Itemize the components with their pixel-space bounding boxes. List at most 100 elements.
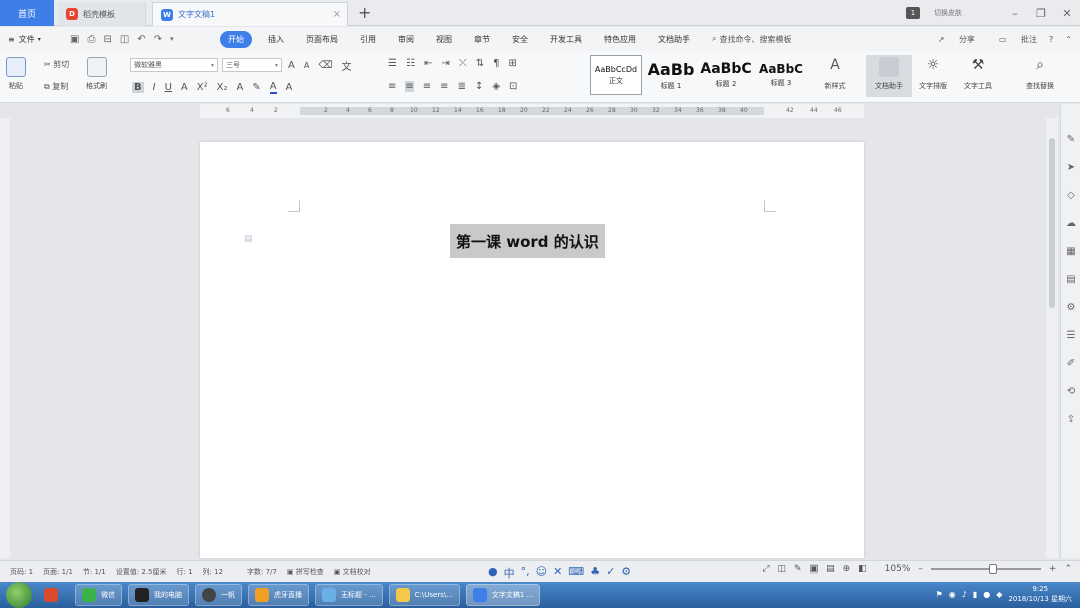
shapes-icon[interactable]: ◇ — [1065, 190, 1077, 202]
menu-developer[interactable]: 开发工具 — [550, 34, 582, 45]
chevron-down-icon[interactable]: ▾ — [170, 35, 174, 43]
decrease-indent-icon[interactable]: ⇤ — [424, 58, 432, 69]
reading-view-icon[interactable]: ◫ — [778, 564, 787, 574]
save-icon[interactable]: ▣ — [70, 34, 79, 45]
ime-skin-icon[interactable]: ♣ — [590, 565, 600, 581]
web-view-icon[interactable]: ⊕ — [843, 564, 851, 574]
doc-assistant-button[interactable]: 文档助手 — [866, 55, 912, 97]
outline-view-icon[interactable]: ▤ — [826, 564, 835, 574]
format-painter-button[interactable]: 格式刷 — [86, 57, 107, 91]
taskbar-app[interactable] — [38, 584, 69, 606]
tab-home[interactable]: 首页 — [0, 0, 54, 26]
menu-references[interactable]: 引用 — [360, 34, 376, 45]
pinyin-icon[interactable]: 文 — [341, 58, 351, 73]
menu-security[interactable]: 安全 — [512, 34, 528, 45]
menu-special[interactable]: 特色应用 — [604, 34, 636, 45]
document-page[interactable]: ▤ 第一课 word 的认识 — [200, 142, 864, 558]
justify-icon[interactable]: ≡ — [440, 81, 448, 92]
text-effect-icon[interactable]: A — [236, 82, 243, 93]
notification-badge[interactable]: 1 — [906, 7, 920, 19]
shading-icon[interactable]: ◈ — [492, 81, 500, 92]
tab-template[interactable]: D 稻壳模板 — [58, 2, 146, 26]
page-view-icon[interactable]: ▣ — [809, 564, 819, 574]
vertical-ruler[interactable] — [0, 118, 10, 558]
italic-icon[interactable]: I — [153, 82, 156, 93]
menu-insert[interactable]: 插入 — [268, 34, 284, 45]
menu-review[interactable]: 审阅 — [398, 34, 414, 45]
text-layout-button[interactable]: ☼ 文字排版 — [916, 57, 950, 91]
layout-icon[interactable]: ▤ — [1065, 274, 1077, 286]
flag-icon[interactable]: ⚑ — [936, 590, 943, 599]
network-icon[interactable]: ◉ — [949, 590, 956, 599]
command-search[interactable]: ⌕ 查找命令、搜索模板 — [712, 34, 791, 45]
numbered-list-icon[interactable]: ☷ — [406, 58, 415, 69]
expand-icon[interactable]: ⌃ — [1064, 564, 1072, 574]
close-window-icon[interactable]: ✕ — [1054, 7, 1080, 20]
ime-logo-icon[interactable]: ● — [488, 565, 498, 581]
clear-format-icon[interactable]: ⌫ — [318, 60, 332, 71]
status-page-number[interactable]: 页码: 1 — [10, 567, 33, 577]
subscript-icon[interactable]: X₂ — [217, 82, 228, 93]
status-row[interactable]: 行: 1 — [176, 567, 192, 577]
char-border-icon[interactable]: A — [286, 82, 293, 93]
menu-start[interactable]: 开始 — [220, 30, 252, 48]
taskbar-untitled[interactable]: 无标题 - ... — [315, 584, 383, 606]
comment-button[interactable]: ▭ 批注 — [987, 34, 1037, 45]
cursor-icon[interactable]: ➤ — [1065, 162, 1077, 174]
cut-button[interactable]: ✂ 剪切 — [44, 59, 69, 70]
file-menu[interactable]: ≡ 文件 ▾ — [0, 34, 70, 45]
status-section[interactable]: 节: 1/1 — [83, 567, 106, 577]
scrollbar-thumb[interactable] — [1049, 138, 1055, 308]
skin-button[interactable]: 切换皮肤 — [934, 8, 962, 18]
font-color-icon[interactable]: A — [269, 81, 277, 94]
distribute-icon[interactable]: ≣ — [458, 81, 466, 92]
backup-icon[interactable]: ⟲ — [1065, 386, 1077, 398]
highlight-icon[interactable]: ✎ — [252, 82, 260, 93]
horizontal-ruler[interactable]: 6 4 2 2 4 6 8 10 12 14 16 18 20 22 24 26… — [200, 104, 864, 118]
font-size-select[interactable]: 三号 ▾ — [222, 58, 282, 72]
share-icon[interactable]: ⇪ — [1065, 414, 1077, 426]
eye-protect-icon[interactable]: ◧ — [858, 564, 867, 574]
preview-icon[interactable]: ◫ — [120, 34, 129, 45]
zoom-level[interactable]: 105% — [885, 564, 911, 574]
style-normal[interactable]: AaBbCcDd 正文 — [590, 55, 642, 95]
superscript-icon[interactable]: X² — [197, 82, 208, 93]
ime-settings-icon[interactable]: ⚙ — [621, 565, 631, 581]
table-icon[interactable]: ⊞ — [508, 58, 516, 69]
taskbar-wechat[interactable]: 微信 — [75, 584, 122, 606]
status-pages[interactable]: 页面: 1/1 — [43, 567, 73, 577]
align-left-icon[interactable]: ≡ — [388, 81, 396, 92]
bullet-list-icon[interactable]: ☰ — [388, 58, 397, 69]
style-heading-3[interactable]: AaBbC 标题 3 — [755, 55, 807, 95]
shield-icon[interactable]: ◆ — [996, 590, 1002, 599]
pen-icon[interactable]: ✎ — [1065, 134, 1077, 146]
menu-page-layout[interactable]: 页面布局 — [306, 34, 338, 45]
cloud-icon[interactable]: ☁ — [1065, 218, 1077, 230]
undo-icon[interactable]: ↶ — [137, 34, 145, 45]
style-heading-1[interactable]: AaBb 标题 1 — [645, 55, 697, 95]
proofread-button[interactable]: ▣ 文档校对 — [334, 567, 371, 577]
ime-keyboard-icon[interactable]: ⌨ — [568, 565, 584, 581]
ime-emoji-icon[interactable]: ☺ — [536, 565, 547, 581]
zoom-slider[interactable] — [930, 564, 1041, 574]
ime-tools-icon[interactable]: ✓ — [606, 565, 615, 581]
collapse-ribbon-icon[interactable]: ⌃ — [1065, 35, 1072, 44]
taskbar-huya[interactable]: 虎牙直播 — [248, 584, 309, 606]
font-name-select[interactable]: 微软雅黑 ▾ — [130, 58, 218, 72]
ime-chinese-icon[interactable]: 中 — [504, 565, 515, 581]
taskbar-explorer[interactable]: C:\Users\... — [388, 584, 460, 606]
minimize-icon[interactable]: – — [1002, 7, 1028, 20]
shrink-font-icon[interactable]: A — [304, 61, 309, 70]
wechat-tray-icon[interactable]: ● — [983, 590, 990, 599]
border-icon[interactable]: ⊡ — [509, 81, 517, 92]
fullscreen-icon[interactable]: ⤢ — [762, 564, 769, 574]
help-icon[interactable]: ? — [1049, 35, 1053, 44]
text-tools-button[interactable]: ⚒ 文字工具 — [956, 57, 1000, 91]
status-setting[interactable]: 设置值: 2.5厘米 — [116, 567, 167, 577]
tab-document[interactable]: W 文字文稿1 × — [152, 2, 348, 26]
increase-indent-icon[interactable]: ⇥ — [441, 58, 449, 69]
grid-icon[interactable]: ▦ — [1065, 246, 1077, 258]
status-word-count[interactable]: 字数: 7/7 — [247, 567, 277, 577]
zoom-slider-knob[interactable] — [988, 564, 997, 574]
zoom-out-icon[interactable]: – — [918, 564, 923, 574]
